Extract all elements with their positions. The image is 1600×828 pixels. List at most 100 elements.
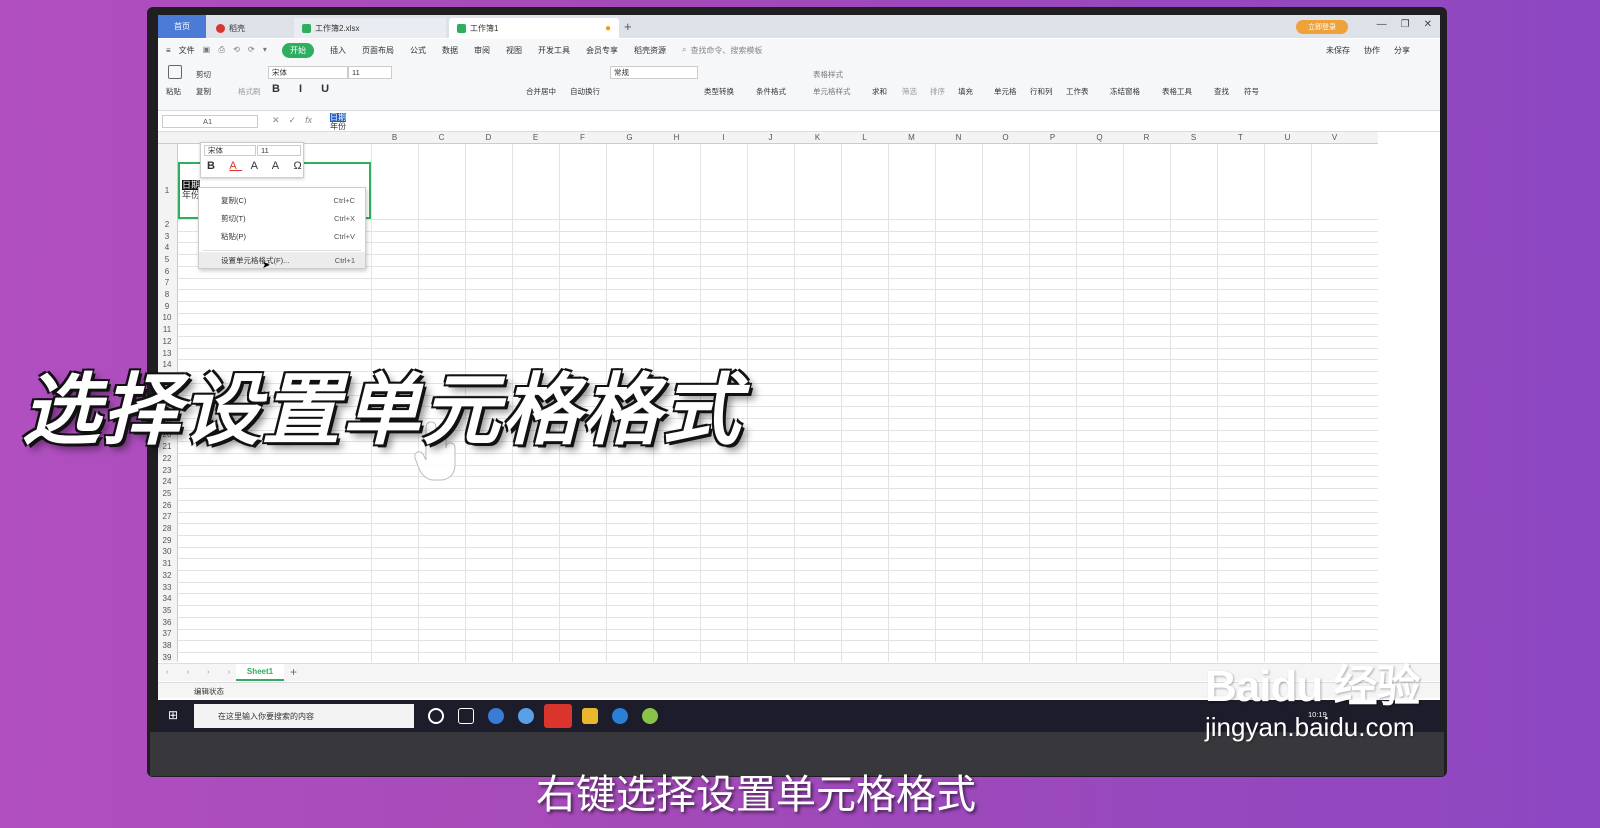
menu-formula[interactable]: 公式 xyxy=(410,45,426,56)
row-header-26[interactable]: 26 xyxy=(158,501,176,510)
row-header-5[interactable]: 5 xyxy=(158,255,176,264)
new-tab-plus-icon[interactable]: + xyxy=(624,19,632,34)
share-button[interactable]: 分享 xyxy=(1394,45,1410,56)
mini-size-select[interactable]: 11 xyxy=(257,145,301,156)
font-name-select[interactable]: 宋体 xyxy=(268,66,348,79)
column-header-G[interactable]: G xyxy=(606,133,653,142)
sort-button[interactable]: 排序 xyxy=(930,86,945,97)
column-header-F[interactable]: F xyxy=(559,133,606,142)
conditional-format-button[interactable]: 条件格式 xyxy=(756,86,786,97)
row-header-3[interactable]: 3 xyxy=(158,232,176,241)
sheet-tab-sheet1[interactable]: Sheet1 xyxy=(236,664,284,681)
menu-page-layout[interactable]: 页面布局 xyxy=(362,45,394,56)
row-header-8[interactable]: 8 xyxy=(158,290,176,299)
number-format-select[interactable]: 常规 xyxy=(610,66,698,79)
browser-icon[interactable] xyxy=(488,708,504,724)
fill-button[interactable]: 填充 xyxy=(958,86,973,97)
row-header-12[interactable]: 12 xyxy=(158,337,176,346)
tab-workbook2[interactable]: 工作簿2.xlsx xyxy=(294,18,446,38)
row-header-32[interactable]: 32 xyxy=(158,571,176,580)
font-size-select[interactable]: 11 xyxy=(348,66,392,79)
find-button[interactable]: 查找 xyxy=(1214,86,1229,97)
column-header-M[interactable]: M xyxy=(888,133,935,142)
row-header-28[interactable]: 28 xyxy=(158,524,176,533)
file-menu[interactable]: ≡ 文件 ▣ ⎙ ⟲ ⟳ ▾ xyxy=(166,45,270,56)
formula-content[interactable]: 日期 年份 xyxy=(330,113,346,131)
row-header-9[interactable]: 9 xyxy=(158,302,176,311)
ctx-cut[interactable]: 剪切(T) Ctrl+X xyxy=(199,210,365,226)
symbol-button[interactable]: 符号 xyxy=(1244,86,1259,97)
row-header-33[interactable]: 33 xyxy=(158,583,176,592)
menu-insert[interactable]: 插入 xyxy=(330,45,346,56)
sheet-nav-icons[interactable]: ‹ ‹ › › xyxy=(166,667,238,676)
column-header-U[interactable]: U xyxy=(1264,133,1311,142)
tab-workbook1[interactable]: 工作簿1 ● xyxy=(449,18,619,38)
row-col-button[interactable]: 行和列 xyxy=(1030,86,1053,97)
column-header-B[interactable]: B xyxy=(371,133,418,142)
wps-taskbar-icon[interactable] xyxy=(544,704,572,728)
type-convert-button[interactable]: 类型转换 xyxy=(704,86,734,97)
row-header-6[interactable]: 6 xyxy=(158,267,176,276)
app-icon[interactable] xyxy=(518,708,534,724)
fx-icon[interactable]: fx xyxy=(305,115,312,126)
column-header-T[interactable]: T xyxy=(1217,133,1264,142)
ctx-format-cells[interactable]: 设置单元格格式(F)... Ctrl+1 xyxy=(199,252,365,268)
row-header-38[interactable]: 38 xyxy=(158,641,176,650)
cell-menu-button[interactable]: 单元格 xyxy=(994,86,1017,97)
row-header-37[interactable]: 37 xyxy=(158,629,176,638)
column-header-O[interactable]: O xyxy=(982,133,1029,142)
sum-button[interactable]: 求和 xyxy=(872,86,887,97)
mini-format-buttons[interactable]: B A A A Ω xyxy=(207,160,308,172)
column-header-K[interactable]: K xyxy=(794,133,841,142)
ctx-copy[interactable]: 复制(C) Ctrl+C xyxy=(199,192,365,208)
unsaved-button[interactable]: 未保存 xyxy=(1326,45,1350,56)
paste-button[interactable]: 粘贴 xyxy=(166,86,181,97)
name-box[interactable]: A1 xyxy=(162,115,258,128)
confirm-icon[interactable]: ✓ xyxy=(289,115,297,126)
cut-button[interactable]: 剪切 xyxy=(196,69,211,80)
ctx-paste[interactable]: 粘贴(P) Ctrl+V xyxy=(199,228,365,244)
menu-view[interactable]: 视图 xyxy=(506,45,522,56)
menu-member[interactable]: 会员专享 xyxy=(586,45,618,56)
column-header-N[interactable]: N xyxy=(935,133,982,142)
row-header-29[interactable]: 29 xyxy=(158,536,176,545)
column-header-S[interactable]: S xyxy=(1170,133,1217,142)
quick-access-icons[interactable]: ▣ ⎙ ⟲ ⟳ ▾ xyxy=(203,45,270,55)
column-header-V[interactable]: V xyxy=(1311,133,1358,142)
edge-icon[interactable] xyxy=(612,708,628,724)
windows-start-icon[interactable]: ⊞ xyxy=(168,708,178,722)
menu-data[interactable]: 数据 xyxy=(442,45,458,56)
row-header-2[interactable]: 2 xyxy=(158,220,176,229)
wrap-text-button[interactable]: 自动换行 xyxy=(570,86,600,97)
row-header-34[interactable]: 34 xyxy=(158,594,176,603)
row-header-23[interactable]: 23 xyxy=(158,466,176,475)
task-view-icon[interactable] xyxy=(458,708,474,724)
row-header-35[interactable]: 35 xyxy=(158,606,176,615)
row-header-31[interactable]: 31 xyxy=(158,559,176,568)
close-icon[interactable]: ✕ xyxy=(1424,19,1432,30)
column-header-D[interactable]: D xyxy=(465,133,512,142)
tab-home[interactable]: 首页 xyxy=(158,15,206,38)
row-header-24[interactable]: 24 xyxy=(158,477,176,486)
cancel-icon[interactable]: ✕ xyxy=(272,115,280,126)
font-style-buttons[interactable]: B I U xyxy=(272,83,337,95)
table-tools-button[interactable]: 表格工具 xyxy=(1162,86,1192,97)
freeze-panes-button[interactable]: 冻结窗格 xyxy=(1110,86,1140,97)
worksheet-button[interactable]: 工作表 xyxy=(1066,86,1089,97)
cortana-icon[interactable] xyxy=(428,708,444,724)
merge-center-button[interactable]: 合并居中 xyxy=(526,86,556,97)
column-header-Q[interactable]: Q xyxy=(1076,133,1123,142)
row-header-10[interactable]: 10 xyxy=(158,313,176,322)
column-header-J[interactable]: J xyxy=(747,133,794,142)
column-header-L[interactable]: L xyxy=(841,133,888,142)
column-header-R[interactable]: R xyxy=(1123,133,1170,142)
minimize-icon[interactable]: — xyxy=(1377,19,1387,30)
mini-font-select[interactable]: 宋体 xyxy=(204,145,256,156)
restore-icon[interactable]: ❐ xyxy=(1401,19,1410,30)
cell-style-button[interactable]: 单元格样式 xyxy=(813,86,851,97)
row-header-27[interactable]: 27 xyxy=(158,512,176,521)
menu-review[interactable]: 审阅 xyxy=(474,45,490,56)
file-explorer-icon[interactable] xyxy=(582,708,598,724)
login-button[interactable]: 立即登录 xyxy=(1296,20,1348,34)
column-header-P[interactable]: P xyxy=(1029,133,1076,142)
